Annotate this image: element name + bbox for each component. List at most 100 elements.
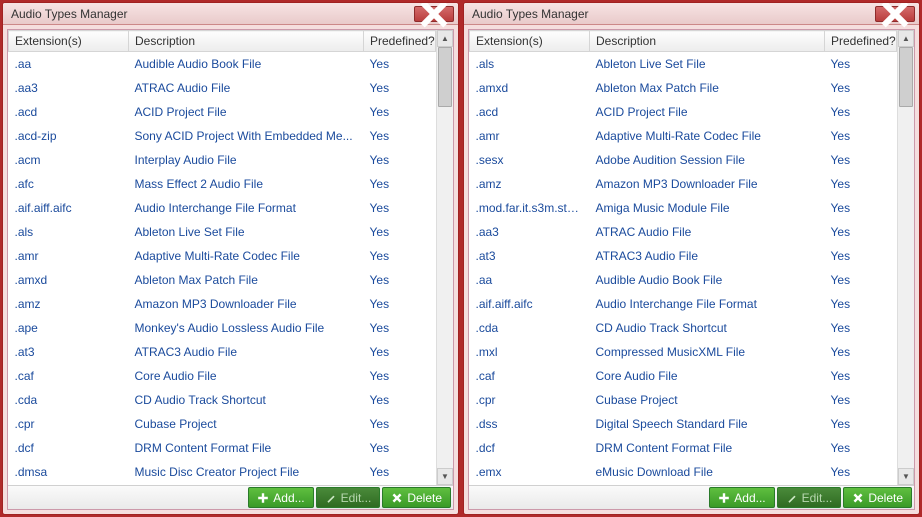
cell-desc[interactable]: Monkey's Audio Lossless Audio File	[129, 316, 364, 340]
cell-pred[interactable]: Yes	[825, 292, 897, 316]
cell-desc[interactable]: Adobe Audition Session File	[590, 148, 825, 172]
cell-ext[interactable]: .amr	[470, 124, 590, 148]
cell-ext[interactable]: .mxl	[470, 340, 590, 364]
cell-desc[interactable]: Interplay Audio File	[129, 148, 364, 172]
col-header-extensions[interactable]: Extension(s)	[470, 31, 590, 52]
table-row[interactable]: .amzAmazon MP3 Downloader FileYes	[9, 292, 436, 316]
edit-button[interactable]: Edit...	[777, 487, 842, 508]
cell-ext[interactable]: .amxd	[470, 76, 590, 100]
cell-ext[interactable]: .at3	[470, 244, 590, 268]
col-header-extensions[interactable]: Extension(s)	[9, 31, 129, 52]
cell-desc[interactable]: Sony ACID Project With Embedded Me...	[129, 124, 364, 148]
cell-ext[interactable]: .afc	[9, 172, 129, 196]
cell-ext[interactable]: .aif.aiff.aifc	[9, 196, 129, 220]
table-row[interactable]: .emxeMusic Download FileYes	[470, 460, 897, 484]
table-row[interactable]: .acd-zipSony ACID Project With Embedded …	[9, 124, 436, 148]
table-row[interactable]: .cdaCD Audio Track ShortcutYes	[9, 388, 436, 412]
scroll-down-arrow-icon[interactable]: ▼	[898, 468, 914, 485]
cell-pred[interactable]: Yes	[825, 244, 897, 268]
cell-ext[interactable]: .at3	[9, 340, 129, 364]
cell-pred[interactable]: Yes	[364, 364, 436, 388]
cell-desc[interactable]: Amazon MP3 Downloader File	[129, 292, 364, 316]
table-row[interactable]: .amrAdaptive Multi-Rate Codec FileYes	[9, 244, 436, 268]
table-row[interactable]: .cprCubase ProjectYes	[9, 412, 436, 436]
cell-ext[interactable]: .dss	[470, 412, 590, 436]
cell-desc[interactable]: Audible Audio Book File	[129, 52, 364, 77]
cell-desc[interactable]: Amazon MP3 Downloader File	[590, 172, 825, 196]
cell-pred[interactable]: Yes	[825, 124, 897, 148]
table-row[interactable]: .amrAdaptive Multi-Rate Codec FileYes	[470, 124, 897, 148]
close-button[interactable]	[414, 6, 454, 22]
cell-desc[interactable]: CD Audio Track Shortcut	[129, 388, 364, 412]
scroll-up-arrow-icon[interactable]: ▲	[898, 30, 914, 47]
cell-ext[interactable]: .emx	[470, 460, 590, 484]
table-row[interactable]: .at3ATRAC3 Audio FileYes	[470, 244, 897, 268]
cell-pred[interactable]: Yes	[364, 124, 436, 148]
cell-pred[interactable]: Yes	[825, 316, 897, 340]
table-row[interactable]: .acmInterplay Audio FileYes	[9, 148, 436, 172]
table-row[interactable]: .cprCubase ProjectYes	[470, 388, 897, 412]
cell-ext[interactable]: .mod.far.it.s3m.stm...	[470, 196, 590, 220]
table-row[interactable]: .cdaCD Audio Track ShortcutYes	[470, 316, 897, 340]
scroll-track[interactable]	[437, 47, 453, 468]
cell-desc[interactable]: ATRAC3 Audio File	[129, 340, 364, 364]
table-row[interactable]: .aaAudible Audio Book FileYes	[470, 268, 897, 292]
cell-pred[interactable]: Yes	[825, 172, 897, 196]
cell-pred[interactable]: Yes	[825, 388, 897, 412]
cell-ext[interactable]: .amxd	[9, 268, 129, 292]
cell-ext[interactable]: .emp	[470, 484, 590, 485]
add-button[interactable]: Add...	[248, 487, 313, 508]
cell-ext[interactable]: .aa3	[470, 220, 590, 244]
table-row[interactable]: .amxdAbleton Max Patch FileYes	[470, 76, 897, 100]
cell-ext[interactable]: .dmsa	[9, 460, 129, 484]
cell-desc[interactable]: Audible Audio Book File	[590, 268, 825, 292]
cell-desc[interactable]: Ableton Live Set File	[129, 220, 364, 244]
table-row[interactable]: .aif.aiff.aifcAudio Interchange File For…	[470, 292, 897, 316]
cell-ext[interactable]: .aa	[9, 52, 129, 77]
cell-desc[interactable]: eMusic Music Download File	[590, 484, 825, 485]
cell-desc[interactable]: ATRAC Audio File	[129, 76, 364, 100]
scroll-thumb[interactable]	[899, 47, 913, 107]
cell-pred[interactable]: Yes	[825, 268, 897, 292]
cell-ext[interactable]: .dcf	[470, 436, 590, 460]
cell-desc[interactable]: Cubase Project	[129, 412, 364, 436]
cell-desc[interactable]: Core Audio File	[129, 364, 364, 388]
cell-pred[interactable]: Yes	[364, 388, 436, 412]
cell-pred[interactable]: Yes	[825, 220, 897, 244]
cell-desc[interactable]: Compressed MusicXML File	[590, 340, 825, 364]
cell-desc[interactable]: Amiga Music Module File	[590, 196, 825, 220]
cell-desc[interactable]: Audio Interchange File Format	[590, 292, 825, 316]
cell-pred[interactable]: Yes	[364, 172, 436, 196]
cell-desc[interactable]: Sound Editor Project File	[129, 484, 364, 485]
table-row[interactable]: .aa3ATRAC Audio FileYes	[9, 76, 436, 100]
table-row[interactable]: .dmsaMusic Disc Creator Project FileYes	[9, 460, 436, 484]
table-row[interactable]: .at3ATRAC3 Audio FileYes	[9, 340, 436, 364]
cell-desc[interactable]: Cubase Project	[590, 388, 825, 412]
cell-ext[interactable]: .dmse	[9, 484, 129, 485]
cell-desc[interactable]: DRM Content Format File	[590, 436, 825, 460]
cell-ext[interactable]: .dcf	[9, 436, 129, 460]
cell-pred[interactable]: Yes	[364, 316, 436, 340]
cell-pred[interactable]: Yes	[364, 340, 436, 364]
cell-ext[interactable]: .sesx	[470, 148, 590, 172]
scroll-thumb[interactable]	[438, 47, 452, 107]
cell-pred[interactable]: Yes	[825, 364, 897, 388]
cell-pred[interactable]: Yes	[364, 268, 436, 292]
cell-ext[interactable]: .caf	[9, 364, 129, 388]
cell-pred[interactable]: Yes	[825, 340, 897, 364]
scroll-down-arrow-icon[interactable]: ▼	[437, 468, 453, 485]
table-row[interactable]: .dcfDRM Content Format FileYes	[470, 436, 897, 460]
cell-pred[interactable]: Yes	[825, 148, 897, 172]
cell-pred[interactable]: Yes	[825, 100, 897, 124]
cell-ext[interactable]: .als	[470, 52, 590, 77]
cell-desc[interactable]: Adaptive Multi-Rate Codec File	[590, 124, 825, 148]
cell-ext[interactable]: .caf	[470, 364, 590, 388]
vertical-scrollbar[interactable]: ▲ ▼	[436, 30, 453, 485]
cell-pred[interactable]: Yes	[364, 436, 436, 460]
col-header-predefined[interactable]: Predefined?	[364, 31, 436, 52]
cell-ext[interactable]: .cda	[9, 388, 129, 412]
table-row[interactable]: .amxdAbleton Max Patch FileYes	[9, 268, 436, 292]
cell-ext[interactable]: .amz	[9, 292, 129, 316]
cell-pred[interactable]: Yes	[364, 196, 436, 220]
cell-pred[interactable]: Yes	[825, 76, 897, 100]
